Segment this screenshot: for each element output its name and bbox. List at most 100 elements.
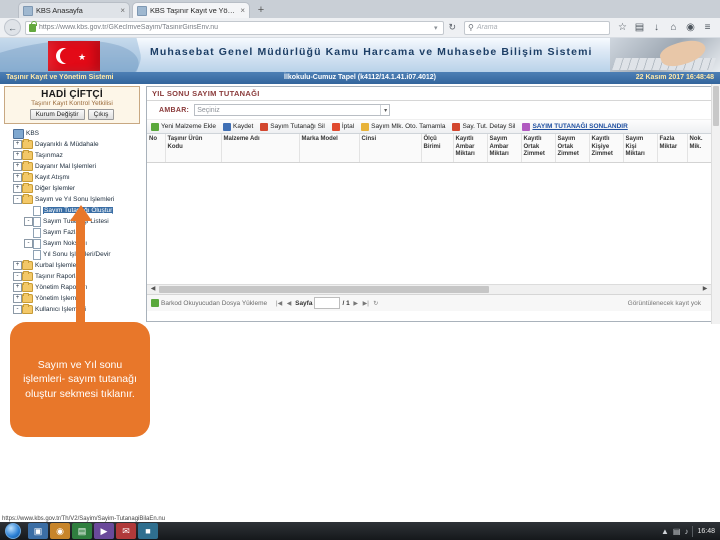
barcode-upload-action[interactable]: Barkod Okuyucudan Dosya Yükleme (151, 299, 267, 307)
page-icon (33, 205, 41, 216)
toolbar-item-4[interactable]: Sayım Mlk. Oto. Tamamla (361, 122, 445, 131)
tree-expander-icon[interactable]: - (13, 305, 22, 314)
tree-item-8[interactable]: Sayım Fazlası (4, 227, 140, 238)
tree-item-0[interactable]: + Dayanıklı & Müdahale (4, 139, 140, 150)
tree-expander-icon[interactable]: - (13, 195, 22, 204)
tree-item-12[interactable]: - Taşınır Raporlar (4, 271, 140, 282)
grid-column-header-2[interactable]: Malzeme Adı (221, 134, 300, 163)
grid-column-header-13[interactable]: Nok. Mik. (687, 134, 711, 163)
grid-column-header-0[interactable]: No (147, 134, 166, 163)
toolbar-item-1[interactable]: Kaydet (223, 122, 253, 131)
start-button[interactable] (0, 522, 26, 540)
tree-item-9[interactable]: - Sayım Noksanı (4, 238, 140, 249)
next-page-icon[interactable]: ▶ (352, 300, 360, 307)
address-bar[interactable]: https://www.kbs.gov.tr/GKeclmveSayim/Tas… (25, 20, 445, 35)
pocket-icon[interactable]: ▤ (631, 22, 648, 33)
toolbar-item-2[interactable]: Sayım Tutanağı Sil (260, 122, 325, 131)
grid-column-header-6[interactable]: Kayıtlı Ambar Miktarı (453, 134, 488, 163)
change-org-button[interactable]: Kurum Değiştir (29, 109, 85, 120)
grid-column-header-5[interactable]: Ölçü Birimi (421, 134, 454, 163)
sub-header-bar: Taşınır Kayıt ve Yönetim Sistemi İlkokul… (0, 72, 720, 84)
taskbar-item-0[interactable]: ▣ (28, 523, 48, 539)
search-input[interactable]: ⚲ Arama (464, 20, 610, 35)
account-icon[interactable]: ◉ (682, 22, 699, 33)
grid-column-header-4[interactable]: Cinsi (359, 134, 422, 163)
tree-expander-icon[interactable]: - (24, 217, 33, 226)
grid-column-header-11[interactable]: Sayım Kişi Miktarı (623, 134, 658, 163)
scrollbar-thumb[interactable] (159, 286, 489, 293)
grid-column-header-9[interactable]: Sayım Ortak Zimmet (555, 134, 590, 163)
reload-icon[interactable]: ↻ (444, 22, 460, 33)
ambar-select[interactable]: Seçiniz ▾ (194, 104, 391, 116)
toolbar-item-5[interactable]: Say. Tut. Detay Sil (452, 122, 515, 131)
tree-item-label: Diğer İşlemler (35, 185, 76, 192)
grid-column-header-1[interactable]: Taşınır Ürün Kodu (165, 134, 222, 163)
taskbar-item-3[interactable]: ▶ (94, 523, 114, 539)
tree-expander-icon[interactable]: + (13, 261, 22, 270)
tree-expander-icon[interactable]: - (13, 272, 22, 281)
scroll-left-icon[interactable]: ◀ (148, 285, 158, 294)
grid-column-header-10[interactable]: Kayıtlı Kişiye Zimmet (589, 134, 624, 163)
scroll-right-icon[interactable]: ▶ (700, 285, 710, 294)
tree-item-13[interactable]: + Yönetim Raporları (4, 282, 140, 293)
tree-item-5[interactable]: - Sayım ve Yıl Sonu İşlemleri (4, 194, 140, 205)
menu-icon[interactable]: ≡ (699, 22, 716, 33)
tray-up-icon[interactable]: ▲ (661, 527, 669, 536)
tree-expander-icon[interactable]: + (13, 184, 22, 193)
ambar-label: AMBAR: (159, 106, 190, 114)
logout-button[interactable]: Çıkış (87, 109, 115, 120)
browser-tab-0[interactable]: KBS Anasayfa × (18, 2, 130, 18)
close-icon[interactable]: × (240, 6, 245, 15)
refresh-icon[interactable]: ↻ (372, 300, 380, 307)
tree-item-15[interactable]: - Kullanıcı İşlemleri (4, 304, 140, 315)
tree-item-2[interactable]: + Dayanır Mal İşlemleri (4, 161, 140, 172)
empty-grid-message: Görüntülenecek kayıt yok (627, 299, 701, 307)
tray-network-icon[interactable]: ▤ (673, 527, 681, 536)
tree-expander-icon[interactable]: + (13, 162, 22, 171)
page-number-input[interactable] (314, 297, 341, 309)
taskbar-item-2[interactable]: ▤ (72, 523, 92, 539)
taskbar-item-5[interactable]: ■ (138, 523, 158, 539)
grid-column-header-12[interactable]: Fazla Miktar (657, 134, 688, 163)
taskbar-item-1[interactable]: ◉ (50, 523, 70, 539)
toolbar-item-3[interactable]: İptal (331, 122, 354, 131)
close-icon[interactable]: × (120, 6, 125, 15)
favicon-icon (137, 5, 147, 16)
toolbar-item-6[interactable]: SAYIM TUTANAĞI SONLANDIR (522, 122, 628, 131)
scrollbar-thumb[interactable] (713, 86, 719, 126)
grid-column-header-7[interactable]: Sayım Ambar Miktarı (487, 134, 522, 163)
download-icon[interactable]: ↓ (648, 22, 665, 33)
home-icon[interactable]: ⌂ (665, 22, 682, 33)
grid-horizontal-scrollbar[interactable]: ◀ ▶ (147, 284, 711, 294)
tree-expander-icon[interactable]: + (13, 151, 22, 160)
last-page-icon[interactable]: ▶| (362, 300, 370, 307)
tab-strip: KBS Anasayfa × KBS Taşınır Kayıt ve Yöne… (0, 0, 720, 18)
tree-item-3[interactable]: + Kayıt Atışmı (4, 172, 140, 183)
tray-volume-icon[interactable]: ♪ (684, 527, 688, 536)
new-tab-button[interactable]: + (254, 4, 268, 18)
folder-icon (22, 161, 33, 171)
tree-expander-icon[interactable]: + (13, 173, 22, 182)
tree-item-4[interactable]: + Diğer İşlemler (4, 183, 140, 194)
grid-column-label: Sayım Ambar Miktarı (489, 136, 509, 157)
tree-expander-icon[interactable]: - (24, 239, 33, 248)
tree-item-1[interactable]: + Taşınmaz (4, 150, 140, 161)
grid-column-header-3[interactable]: Marka Model (299, 134, 360, 163)
toolbar-item-0[interactable]: Yeni Malzeme Ekle (151, 122, 216, 131)
tree-item-11[interactable]: + Kurbal İşlemleri (4, 260, 140, 271)
bookmark-star-icon[interactable]: ☆ (614, 22, 631, 33)
tree-expander-icon[interactable]: + (13, 283, 22, 292)
browser-tab-1[interactable]: KBS Taşınır Kayıt ve Yöne... × (132, 2, 250, 18)
back-icon[interactable]: ← (4, 19, 21, 36)
tree-root[interactable]: KBS (4, 128, 140, 139)
tree-expander-icon[interactable]: + (13, 294, 22, 303)
first-page-icon[interactable]: |◀ (275, 300, 283, 307)
chevron-down-icon[interactable]: ▾ (431, 24, 441, 32)
prev-page-icon[interactable]: ◀ (285, 300, 293, 307)
tree-item-10[interactable]: Yıl Sonu İşlemleri/Devir (4, 249, 140, 260)
tree-item-14[interactable]: + Yönetim İşlemleri (4, 293, 140, 304)
tree-expander-icon[interactable]: + (13, 140, 22, 149)
grid-column-header-8[interactable]: Kayıtlı Ortak Zimmet (521, 134, 556, 163)
taskbar-item-4[interactable]: ✉ (116, 523, 136, 539)
page-vertical-scrollbar[interactable] (711, 84, 720, 324)
